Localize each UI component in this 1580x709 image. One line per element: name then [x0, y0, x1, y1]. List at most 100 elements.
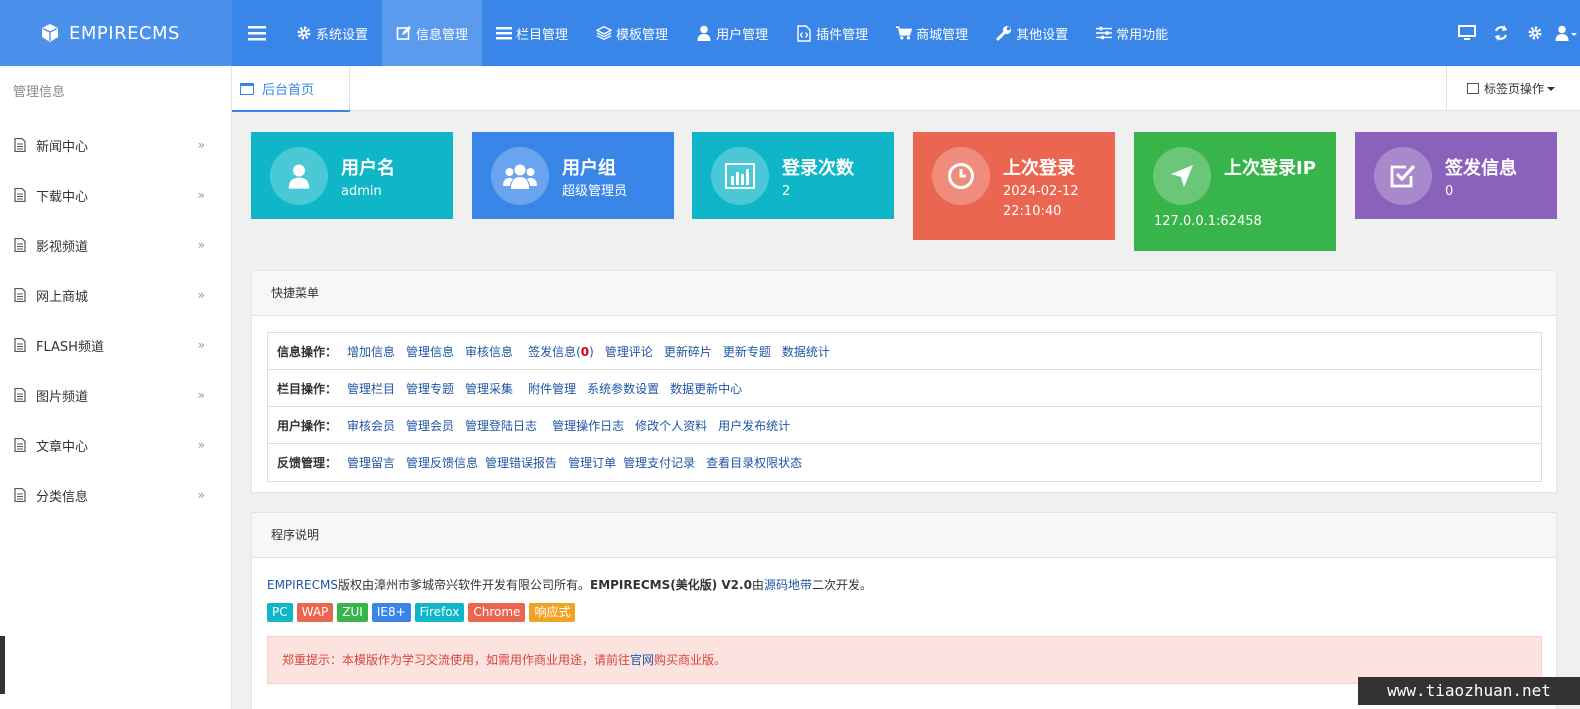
document-icon	[14, 338, 26, 352]
link-manage-comments[interactable]: 管理评论	[605, 343, 653, 360]
sidebar-item-label: 下载中心	[36, 189, 89, 205]
nav-shop-management[interactable]: 商城管理	[882, 0, 982, 66]
nav-label: 模板管理	[616, 27, 669, 43]
link-payment-records[interactable]: 管理支付记录	[623, 454, 695, 471]
document-icon	[14, 388, 26, 402]
nav-other-settings[interactable]: 其他设置	[982, 0, 1082, 66]
document-icon	[14, 288, 26, 302]
card-value: 0	[1445, 184, 1454, 199]
wrench-icon	[996, 25, 1012, 41]
cart-icon	[896, 25, 913, 41]
link-manage-info[interactable]: 管理信息	[406, 343, 454, 360]
link-operation-logs[interactable]: 管理操作日志	[552, 417, 624, 434]
user-icon[interactable]	[1552, 25, 1580, 41]
link-system-params[interactable]: 系统参数设置	[587, 380, 659, 397]
link-error-reports[interactable]: 管理错误报告	[485, 454, 557, 471]
nav-label: 其他设置	[1016, 27, 1069, 43]
link-update-fragments[interactable]: 更新碎片	[664, 343, 712, 360]
sidebar-item-label: 分类信息	[36, 489, 89, 505]
card-user-group: 用户组 超级管理员	[472, 132, 674, 219]
card-value: admin	[341, 184, 382, 199]
nav-label: 系统设置	[316, 27, 369, 43]
tab-home[interactable]: 后台首页	[232, 66, 350, 112]
link-data-stats[interactable]: 数据统计	[782, 343, 830, 360]
edge-handle	[0, 636, 5, 694]
link-review-info[interactable]: 审核信息	[465, 343, 513, 360]
nav-plugin-management[interactable]: 插件管理	[782, 0, 882, 66]
link-review-members[interactable]: 审核会员	[347, 417, 395, 434]
nav-label: 信息管理	[416, 27, 469, 43]
caret-down-icon	[1547, 86, 1556, 91]
link-edit-profile[interactable]: 修改个人资料	[635, 417, 707, 434]
user-icon	[696, 25, 712, 41]
double-chevron-right-icon: »	[197, 438, 205, 452]
top-right-tools	[1450, 0, 1580, 66]
tab-operations-label: 标签页操作	[1484, 82, 1545, 96]
nav-common-functions[interactable]: 常用功能	[1082, 0, 1182, 66]
row-label: 信息操作：	[277, 344, 338, 359]
link-sign-info[interactable]: 签发信息(0)	[528, 343, 594, 360]
card-login-count: 登录次数 2	[692, 132, 894, 219]
official-site-link[interactable]: 官网	[630, 653, 654, 667]
link-manage-collection[interactable]: 管理采集	[465, 380, 513, 397]
hamburger-icon	[248, 26, 266, 41]
brand-link[interactable]: EMPIRECMS	[267, 578, 338, 592]
watermark: www.tiaozhuan.net	[1358, 677, 1580, 705]
developer-link[interactable]: 源码地带	[764, 578, 812, 592]
link-data-update-center[interactable]: 数据更新中心	[670, 380, 742, 397]
refresh-icon[interactable]	[1484, 24, 1518, 42]
sidebar-item-downloads[interactable]: 下载中心 »	[0, 170, 231, 220]
card-value: 超级管理员	[562, 184, 628, 199]
edit-icon	[396, 25, 412, 41]
monitor-icon[interactable]	[1450, 25, 1484, 41]
sidebar-item-pictures[interactable]: 图片频道 »	[0, 370, 231, 420]
code-file-icon	[796, 24, 812, 42]
sidebar-item-news[interactable]: 新闻中心 »	[0, 120, 231, 170]
quick-row-users: 用户操作： 审核会员 管理会员 管理登陆日志 管理操作日志 修改个人资料 用户发…	[268, 407, 1541, 444]
link-manage-members[interactable]: 管理会员	[406, 417, 454, 434]
document-icon	[14, 138, 26, 152]
sidebar-item-label: 网上商城	[36, 289, 89, 305]
tab-operations-dropdown[interactable]: 标签页操作	[1446, 66, 1580, 111]
card-title: 用户组	[562, 158, 616, 179]
pending-count: 0	[580, 344, 590, 359]
sidebar: 管理信息 新闻中心 » 下载中心 » 影视频道 » 网上商城 » FLASH频道…	[0, 66, 232, 709]
nav-system-settings[interactable]: 系统设置	[282, 0, 382, 66]
sidebar-item-shop[interactable]: 网上商城 »	[0, 270, 231, 320]
link-dir-permissions[interactable]: 查看目录权限状态	[706, 454, 802, 471]
double-chevron-right-icon: »	[197, 338, 205, 352]
double-chevron-right-icon: »	[197, 188, 205, 202]
link-add-info[interactable]: 增加信息	[347, 343, 395, 360]
nav-user-management[interactable]: 用户管理	[682, 0, 782, 66]
compat-badges: PC WAP ZUI IE8+ Firefox Chrome 响应式	[267, 603, 579, 622]
window-icon	[240, 82, 254, 95]
link-user-publish-stats[interactable]: 用户发布统计	[718, 417, 790, 434]
card-title: 登录次数	[782, 158, 854, 179]
nav-template-management[interactable]: 模板管理	[582, 0, 682, 66]
dev-text: 二次开发。	[811, 578, 872, 592]
nav-column-management[interactable]: 栏目管理	[482, 0, 582, 66]
brand-logo[interactable]: EMPIRECMS	[0, 0, 232, 66]
double-chevron-right-icon: »	[197, 138, 205, 152]
card-signed-info: 签发信息 0	[1355, 132, 1557, 219]
nav-label: 用户管理	[716, 27, 769, 43]
link-login-logs[interactable]: 管理登陆日志	[465, 417, 537, 434]
link-attachments[interactable]: 附件管理	[528, 380, 576, 397]
sidebar-item-articles[interactable]: 文章中心 »	[0, 420, 231, 470]
card-value: 2	[782, 184, 791, 199]
nav-info-management[interactable]: 信息管理	[382, 0, 483, 66]
row-label: 栏目操作：	[277, 381, 338, 396]
menu-toggle-button[interactable]	[232, 0, 282, 66]
sidebar-item-classifieds[interactable]: 分类信息 »	[0, 470, 231, 520]
link-manage-columns[interactable]: 管理栏目	[347, 380, 395, 397]
sidebar-item-flash[interactable]: FLASH频道 »	[0, 320, 231, 370]
sidebar-item-video[interactable]: 影视频道 »	[0, 220, 231, 270]
link-manage-topics[interactable]: 管理专题	[406, 380, 454, 397]
link-manage-orders[interactable]: 管理订单	[568, 454, 616, 471]
top-navbar: EMPIRECMS 系统设置 信息管理 栏目管理 模板管理 用户管理 插件管理 …	[0, 0, 1580, 66]
link-manage-messages[interactable]: 管理留言	[347, 454, 395, 471]
link-manage-feedback[interactable]: 管理反馈信息	[406, 454, 478, 471]
gear-icon[interactable]	[1518, 25, 1552, 41]
link-update-topics[interactable]: 更新专题	[723, 343, 771, 360]
sliders-icon	[1096, 25, 1113, 41]
